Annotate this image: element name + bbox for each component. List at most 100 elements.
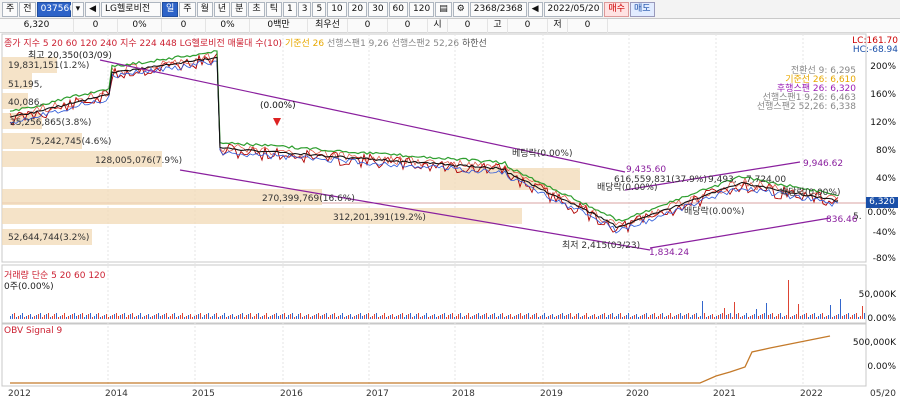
volume-bar: [240, 314, 241, 319]
volume-bar: [336, 317, 337, 319]
volume-bar: [404, 317, 405, 319]
volume-bar: [86, 315, 87, 319]
volume-bar: [250, 313, 251, 319]
pct-tick-0: 0.00%: [867, 208, 896, 218]
volume-bar: [434, 314, 435, 319]
volume-bar: [530, 317, 531, 319]
volume-bar: [504, 317, 505, 319]
volume-bar: [834, 316, 835, 319]
volume-bar: [94, 316, 95, 319]
volume-bar: [72, 314, 73, 319]
volume-bar: [538, 317, 539, 319]
volume-bar: [312, 316, 313, 319]
volume-bar: [376, 313, 377, 319]
volume-bar: [364, 315, 365, 319]
volume-bar: [160, 316, 161, 319]
volume-bar: [558, 315, 559, 319]
volume-bar: [510, 314, 511, 319]
volume-bar: [60, 316, 61, 319]
volume-bar: [518, 314, 519, 319]
volume-bar: [244, 317, 245, 319]
volume-bar: [794, 315, 795, 319]
volume-bar: [494, 313, 495, 319]
volume-bar: [254, 316, 255, 319]
volume-bar: [74, 313, 75, 319]
volume-bar: [720, 314, 721, 319]
volume-bar: [770, 314, 771, 319]
volume-bar: [290, 314, 291, 319]
volume-bar: [648, 317, 649, 319]
volume-bar: [370, 317, 371, 319]
volume-bar: [356, 315, 357, 319]
pct-tick-120: 120%: [870, 118, 896, 128]
volume-bar: [114, 314, 115, 319]
volume-bar: [598, 316, 599, 319]
volume-bar: [182, 313, 183, 319]
volume-bar: [178, 316, 179, 319]
volume-bar: [728, 314, 729, 319]
volume-bar: [408, 314, 409, 319]
volume-bar: [420, 317, 421, 319]
volume-bar: [256, 314, 257, 319]
volume-bar: [496, 317, 497, 319]
x-tick: 2018: [452, 389, 475, 399]
volume-bar: [328, 317, 329, 319]
volume-bar: [150, 317, 151, 319]
volume-bar: [36, 315, 37, 319]
volume-bar: [762, 314, 763, 319]
volume-bar: [502, 313, 503, 319]
volume-bar: [698, 317, 699, 319]
volume-bar: [460, 313, 461, 319]
volume-bar: [752, 315, 753, 319]
volume-bar: [326, 313, 327, 319]
volume-bar: [446, 317, 447, 319]
volume-bar: [632, 316, 633, 319]
dividend-label: 배당락(0.00%): [780, 188, 841, 198]
volume-bar: [478, 313, 479, 319]
volume-bar: [562, 313, 563, 319]
current-price-tag: 6,320: [866, 197, 898, 208]
volume-bar: [280, 315, 281, 319]
volume-bar: [660, 314, 661, 319]
volume-bar: [330, 315, 331, 319]
volume-bar: [636, 314, 637, 319]
volume-bar: [54, 314, 55, 319]
volume-bar: [822, 313, 823, 319]
volume-bar: [778, 314, 779, 319]
pct-tick-m80: -80%: [872, 254, 896, 264]
volume-bar: [806, 313, 807, 319]
volume-bar: [528, 313, 529, 319]
volume-bar: [614, 317, 615, 319]
volume-bar: [474, 315, 475, 319]
volume-bar: [644, 314, 645, 319]
volume-bar: [26, 316, 27, 319]
volume-bar: [512, 317, 513, 319]
volume-bar: [666, 316, 667, 319]
x-tick: 05/20: [870, 389, 896, 399]
volume-bar: [564, 316, 565, 319]
volume-bar: [464, 316, 465, 319]
volume-bar: [208, 313, 209, 319]
volume-bar: [654, 313, 655, 319]
volume-bar: [716, 316, 717, 319]
volume-bar: [754, 314, 755, 319]
price-chart[interactable]: [0, 0, 900, 402]
volume-bar: [186, 316, 187, 319]
volume-bar: [40, 313, 41, 319]
volume-bar: [594, 314, 595, 319]
volume-bar: [274, 314, 275, 319]
volume-bar: [850, 317, 851, 319]
volume-bar: [76, 316, 77, 319]
volume-bar: [140, 313, 141, 319]
volume-bar: [498, 316, 499, 319]
volume-tick-zero: 0.00%: [867, 314, 896, 324]
volume-bar: [108, 317, 109, 319]
volume-bar: [714, 317, 715, 319]
hc-label: HC:-68.94: [852, 45, 898, 55]
volume-bar: [398, 315, 399, 319]
volume-bar: [128, 315, 129, 319]
volume-bar: [422, 316, 423, 319]
volume-bar: [824, 317, 825, 319]
volume-bar: [44, 315, 45, 319]
high-label: 최고 20,350(03/09): [28, 51, 112, 61]
